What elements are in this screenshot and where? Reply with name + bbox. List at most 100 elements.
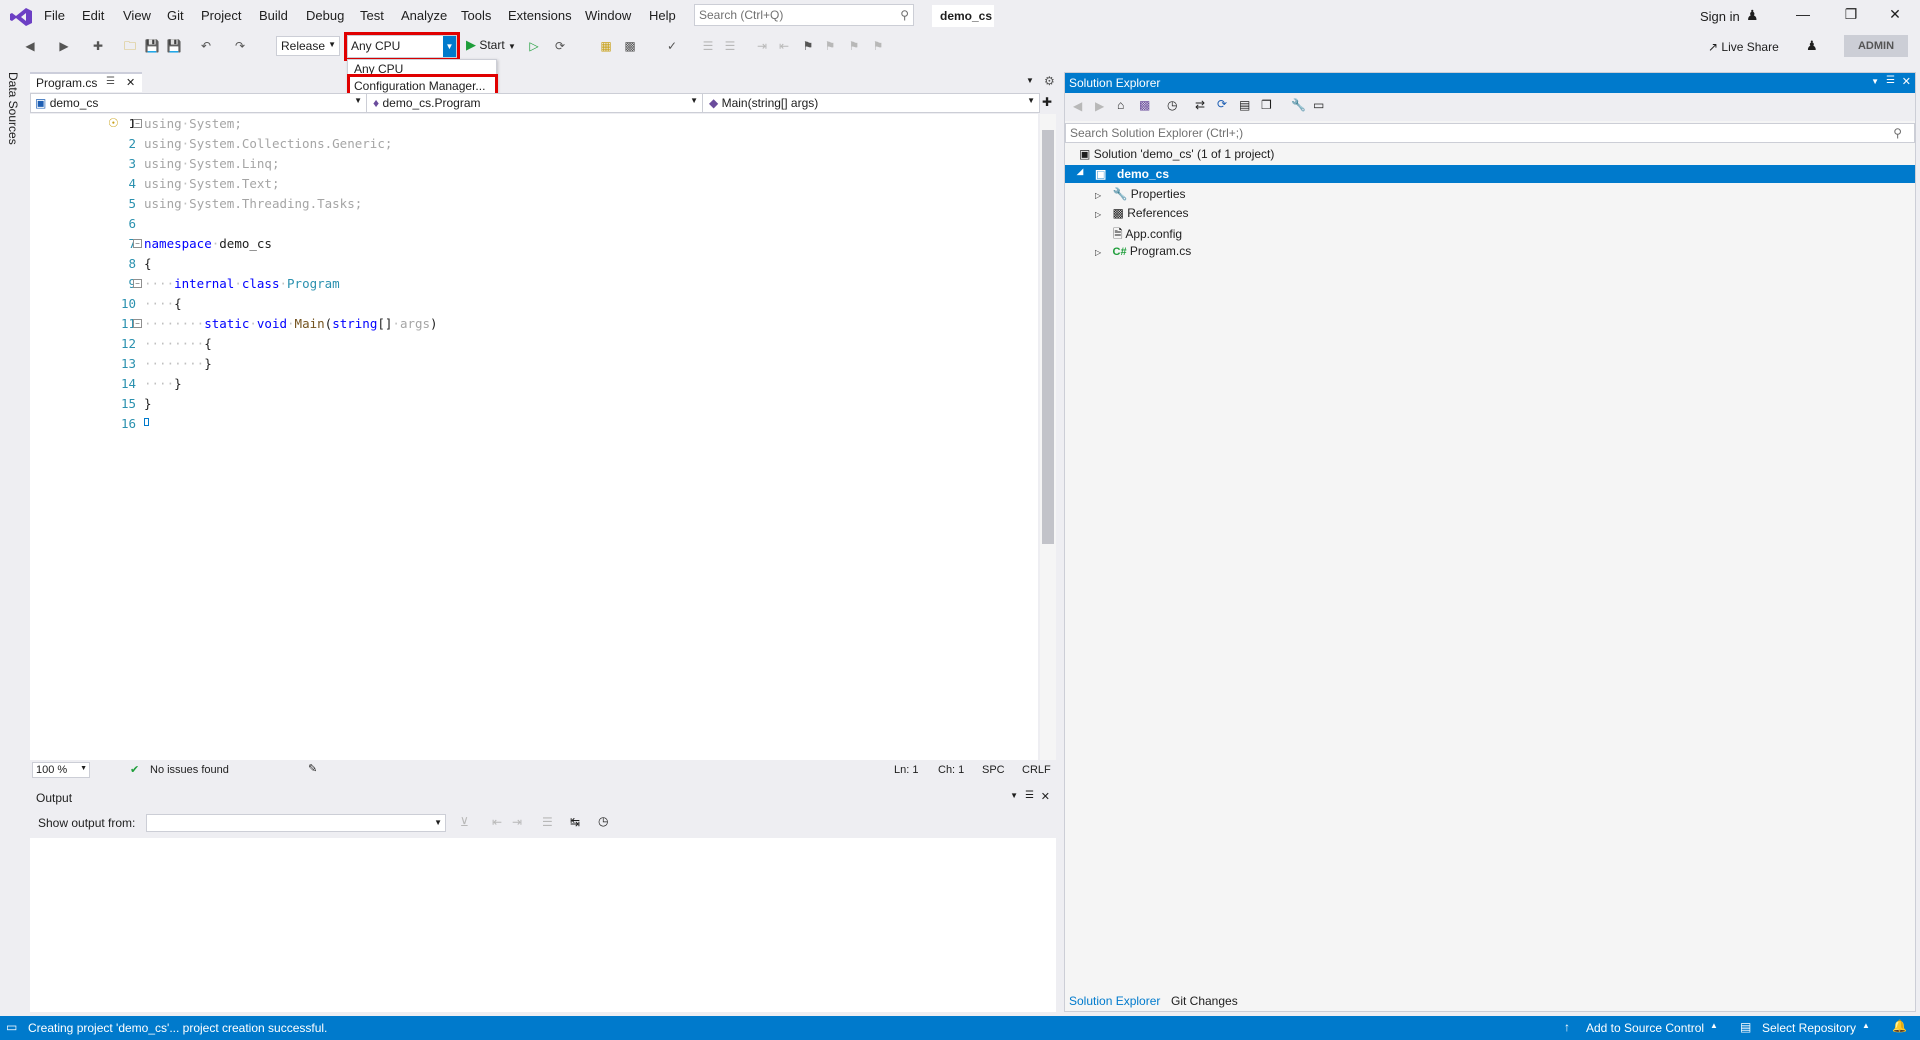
tree-solution[interactable]: ▣ Solution 'demo_cs' (1 of 1 project) [1079,147,1274,161]
gear-icon[interactable]: ⚙ [1044,74,1055,88]
tree-item-properties[interactable]: ▷ 🔧 Properties [1095,187,1186,201]
menu-analyze[interactable]: Analyze [401,8,447,23]
forward-icon[interactable]: ▶ [56,38,72,54]
layout-icon[interactable]: ▩ [622,38,638,54]
open-folder-icon[interactable]: 🗀 [122,38,138,54]
admin-badge[interactable]: ADMIN [1844,35,1908,57]
collapsed-arrow-icon[interactable]: ▷ [1095,191,1101,200]
visual-studio-logo-icon[interactable] [10,8,32,26]
menu-test[interactable]: Test [360,8,384,23]
tree-item-program-cs[interactable]: ▷ C# Program.cs [1095,244,1191,258]
uncomment-icon[interactable]: ☰ [722,38,738,54]
column-indicator[interactable]: Ch: 1 [938,764,964,776]
tree-item-references[interactable]: ▷ ▩ References [1095,206,1189,220]
forward-icon[interactable]: ▶ [1095,99,1104,113]
code-cleanup-icon[interactable]: ✎ [308,762,317,775]
chevron-up-icon[interactable]: ▲ [1862,1021,1870,1030]
pin-icon[interactable]: ☰ [106,76,115,87]
feedback-icon[interactable]: ♟ [1806,38,1818,54]
output-source-select[interactable]: ▼ [146,814,446,832]
save-all-icon[interactable]: 💾 [166,38,182,54]
menu-view[interactable]: View [123,8,151,23]
start-without-debugging-icon[interactable]: ▷ [526,38,542,54]
pin-icon[interactable]: ☰ [1886,75,1895,86]
chevron-down-icon[interactable]: ▼ [1871,77,1879,86]
browse-icon[interactable]: ▦ [598,38,614,54]
tree-item-app-config[interactable]: 🗎 App.config [1113,225,1182,246]
minimize-button[interactable]: — [1792,6,1814,26]
new-project-icon[interactable]: ✚ [90,38,106,54]
menu-edit[interactable]: Edit [82,8,104,23]
start-debugging-button[interactable]: ▶ Start ▼ [466,37,516,53]
code-editor[interactable]: ☉ 1 2 3 4 5 6 7 8 9 10 11 12 13 14 15 16… [30,114,1038,760]
collapse-icon[interactable]: − [133,119,142,128]
hot-reload-icon[interactable]: ⟳ [552,38,568,54]
zoom-select[interactable]: 100 % ▼ [32,762,90,778]
outdent-icon[interactable]: ⇤ [776,38,792,54]
scrollbar-thumb[interactable] [1042,130,1054,544]
tab-overflow-icon[interactable]: ▼ [1026,76,1034,85]
solution-explorer-search-input[interactable]: Search Solution Explorer (Ctrl+;) ⚲ [1065,123,1915,143]
indent-icon[interactable]: ⇥ [754,38,770,54]
redo-icon[interactable]: ↷ [232,38,248,54]
home-icon[interactable]: ⌂ [1117,98,1124,112]
refresh-icon[interactable]: ⟳ [1217,97,1227,111]
chevron-down-icon[interactable]: ▼ [443,36,456,57]
whitespace-indicator[interactable]: SPC [982,764,1005,776]
undo-icon[interactable]: ↶ [198,38,214,54]
close-icon[interactable]: ✕ [1902,75,1911,88]
menu-debug[interactable]: Debug [306,8,344,23]
switch-views-icon[interactable]: ▩ [1139,98,1150,112]
close-icon[interactable]: ✕ [1041,790,1050,803]
restore-button[interactable]: ❐ [1840,6,1862,26]
solution-configuration-select[interactable]: Release ▼ [276,36,340,56]
clear-all-icon[interactable]: ☰ [542,815,553,829]
split-editor-icon[interactable]: ✚ [1042,95,1052,109]
collapsed-arrow-icon[interactable]: ▷ [1095,210,1101,219]
tab-solution-explorer[interactable]: Solution Explorer [1069,994,1160,1008]
wrench-icon[interactable]: 🔧 [1291,98,1306,112]
search-input[interactable]: Search (Ctrl+Q) ⚲ [694,4,914,26]
live-share-button[interactable]: ↗ Live Share [1708,40,1779,54]
collapse-icon[interactable]: − [133,279,142,288]
tree-project-demo-cs[interactable]: ◢ ▣ demo_cs [1065,165,1915,183]
next-bookmark-icon[interactable]: ⚑ [846,38,862,54]
issues-status[interactable]: No issues found [150,764,229,776]
tab-git-changes[interactable]: Git Changes [1171,994,1238,1008]
sync-icon[interactable]: ⇄ [1195,98,1205,112]
chevron-down-icon[interactable]: ▼ [1010,791,1018,800]
prev-message-icon[interactable]: ⇤ [492,815,502,829]
menu-help[interactable]: Help [649,8,676,23]
comment-icon[interactable]: ☰ [700,38,716,54]
output-window-icon[interactable]: ▭ [6,1020,17,1034]
save-icon[interactable]: 💾 [144,38,160,54]
line-indicator[interactable]: Ln: 1 [894,764,918,776]
project-combo[interactable]: ▣ demo_cs ▼ [31,94,367,112]
clock-icon[interactable]: ◷ [598,814,608,828]
sign-in-link[interactable]: Sign in [1700,9,1740,24]
back-icon[interactable]: ◀ [22,38,38,54]
add-to-source-control-button[interactable]: Add to Source Control [1586,1021,1704,1035]
prev-bookmark-icon[interactable]: ⚑ [822,38,838,54]
preview-icon[interactable]: ▭ [1313,98,1324,112]
expanded-arrow-icon[interactable]: ◢ [1077,167,1083,176]
close-tab-icon[interactable]: ✕ [126,76,135,89]
chevron-up-icon[interactable]: ▲ [1710,1021,1718,1030]
menu-file[interactable]: File [44,8,65,23]
collapse-all-icon[interactable]: ▤ [1239,98,1250,112]
back-icon[interactable]: ◀ [1073,99,1082,113]
menu-build[interactable]: Build [259,8,288,23]
show-all-files-icon[interactable]: ❐ [1261,98,1272,112]
select-repository-button[interactable]: Select Repository [1762,1021,1856,1035]
menu-git[interactable]: Git [167,8,184,23]
type-combo[interactable]: ♦ demo_cs.Program ▼ [369,94,703,112]
menu-tools[interactable]: Tools [461,8,491,23]
data-sources-tab[interactable]: Data Sources [6,72,20,145]
tab-program-cs[interactable]: Program.cs ☰ ✕ [30,72,142,92]
find-message-icon[interactable]: ⊻ [460,815,469,829]
clear-bookmarks-icon[interactable]: ⚑ [870,38,886,54]
next-message-icon[interactable]: ⇥ [512,815,522,829]
line-ending-indicator[interactable]: CRLF [1022,764,1051,776]
account-icon[interactable]: ♟ [1746,7,1759,24]
spell-check-icon[interactable]: ✓ [664,38,680,54]
